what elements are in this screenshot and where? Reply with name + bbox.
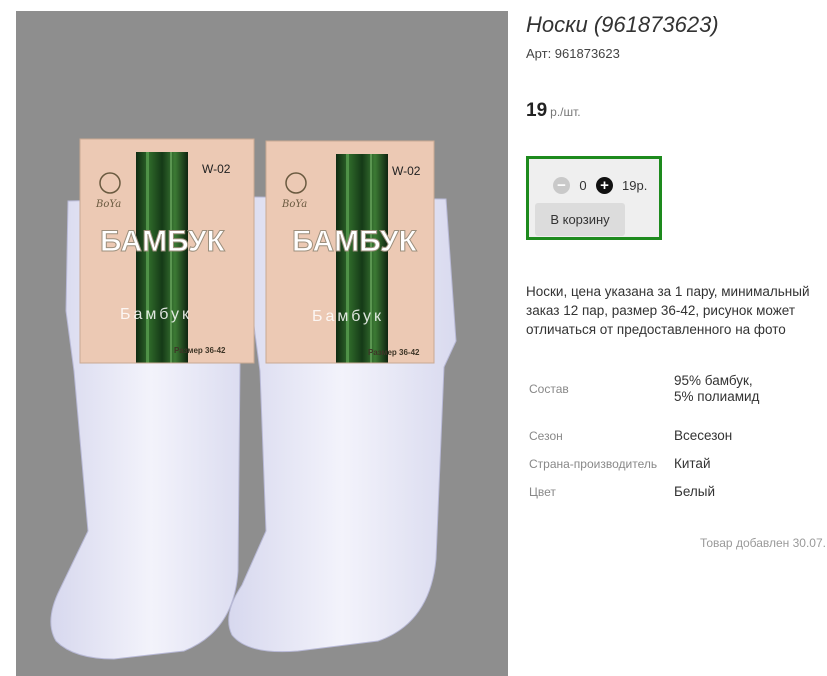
quantity-stepper: − 0 + 19р.	[553, 175, 647, 195]
property-row: Страна-производитель Китай	[526, 450, 769, 478]
package-name-big: БАМБУК	[100, 225, 226, 258]
package-code-text: W-02	[202, 162, 231, 176]
package-size-label: Размер 36-42	[174, 346, 226, 355]
property-label: Страна-производитель	[529, 457, 658, 471]
buy-box: − 0 + 19р. В корзину	[526, 156, 662, 240]
package-size-label: Размер 36-42	[368, 348, 420, 357]
package-brand-text: BoYa	[95, 199, 121, 210]
product-description: Носки, цена указана за 1 пару, минимальн…	[526, 284, 810, 337]
product-properties: Состав 95% бамбук, 5% полиамид Сезон Все…	[526, 356, 769, 506]
minus-circle-icon[interactable]: −	[553, 176, 570, 194]
property-row: Состав 95% бамбук, 5% полиамид	[526, 356, 769, 422]
package-name-big: БАМБУК	[292, 225, 418, 258]
package-name-small: Бамбук	[120, 306, 192, 323]
property-value: Всесезон	[674, 428, 733, 443]
add-to-cart-button[interactable]: В корзину	[535, 203, 625, 236]
package-left: BoYa W-02 БАМБУК Бамбук Размер 36-42	[79, 138, 255, 364]
product-image[interactable]: BoYa W-02 БАМБУК Бамбук Размер 36-42 BoY…	[16, 11, 508, 676]
product-price: 19 р./шт.	[526, 100, 581, 122]
property-row: Цвет Белый	[526, 478, 769, 506]
property-value: 95% бамбук, 5% полиамид	[674, 373, 760, 404]
price-unit: р./шт.	[550, 105, 581, 119]
price-value: 19	[526, 100, 548, 121]
package-name-small: Бамбук	[312, 308, 384, 325]
quantity-value: 0	[579, 177, 587, 193]
sum-value: 19р.	[622, 177, 648, 193]
property-label: Состав	[529, 382, 569, 396]
property-label: Сезон	[529, 429, 563, 443]
property-value: Китай	[674, 456, 711, 471]
property-label: Цвет	[529, 485, 556, 499]
product-article: Арт: 961873623	[526, 46, 620, 61]
package-brand-text: BoYa	[281, 199, 307, 210]
property-row: Сезон Всесезон	[526, 422, 769, 450]
package-code-text: W-02	[392, 164, 421, 178]
product-title: Носки (961873623)	[526, 12, 719, 37]
property-value: Белый	[674, 484, 716, 499]
added-date-note: Товар добавлен 30.07.	[699, 536, 826, 550]
package-right: BoYa W-02 БАМБУК Бамбук Размер 36-42	[265, 140, 435, 364]
plus-circle-icon[interactable]: +	[596, 176, 613, 194]
